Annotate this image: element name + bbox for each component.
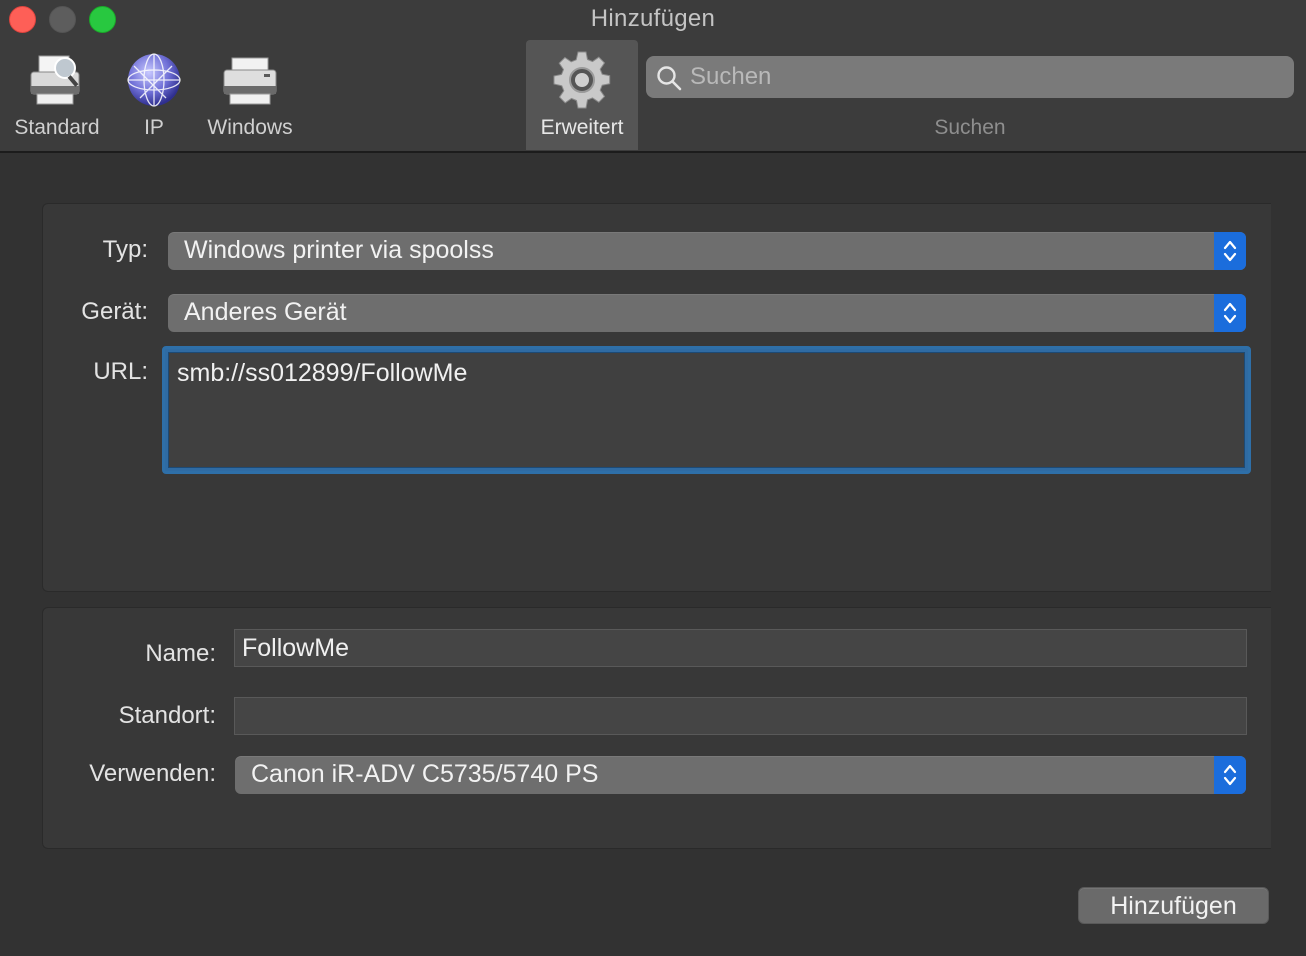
default-printer-icon bbox=[30, 55, 80, 105]
location-label: Standort: bbox=[118, 702, 216, 729]
url-field[interactable] bbox=[162, 346, 1251, 474]
name-field[interactable] bbox=[234, 629, 1247, 667]
gear-icon bbox=[553, 51, 611, 109]
location-input[interactable] bbox=[235, 698, 1246, 734]
location-field[interactable] bbox=[234, 697, 1247, 735]
type-value: Windows printer via spoolss bbox=[184, 236, 494, 264]
popup-chevrons-icon bbox=[1214, 232, 1246, 270]
popup-chevrons-icon bbox=[1214, 756, 1246, 794]
toolbar-item-label: Erweitert bbox=[540, 116, 624, 139]
toolbar-item-label: IP bbox=[144, 116, 164, 139]
driver-value: Canon iR-ADV C5735/5740 PS bbox=[251, 760, 599, 788]
url-label: URL: bbox=[93, 358, 148, 385]
toolbar: Hinzufügen Standard IP Windows Erweitert… bbox=[0, 0, 1306, 153]
type-label: Typ: bbox=[102, 236, 148, 263]
type-popup[interactable]: Windows printer via spoolss bbox=[168, 232, 1246, 270]
search-label: Suchen bbox=[934, 116, 1006, 139]
windows-printer-icon bbox=[223, 57, 277, 105]
device-label: Gerät: bbox=[81, 298, 148, 325]
search-field[interactable] bbox=[646, 56, 1294, 98]
device-popup[interactable]: Anderes Gerät bbox=[168, 294, 1246, 332]
device-value: Anderes Gerät bbox=[184, 298, 347, 326]
use-label: Verwenden: bbox=[89, 760, 216, 787]
toolbar-item-standard[interactable]: Standard bbox=[4, 40, 110, 150]
name-input[interactable] bbox=[235, 630, 1246, 666]
name-label: Name: bbox=[145, 640, 216, 667]
window-title: Hinzufügen bbox=[590, 5, 716, 32]
add-button[interactable]: Hinzufügen bbox=[1078, 887, 1269, 924]
add-printer-window: Hinzufügen Standard IP Windows Erweitert… bbox=[0, 0, 1306, 956]
toolbar-item-label: Windows bbox=[207, 116, 293, 139]
search-icon bbox=[657, 66, 682, 91]
toolbar-item-ip[interactable]: IP bbox=[120, 40, 188, 150]
toolbar-item-windows[interactable]: Windows bbox=[198, 40, 302, 150]
url-input[interactable] bbox=[168, 352, 1245, 468]
toolbar-item-label: Standard bbox=[14, 116, 100, 139]
driver-popup[interactable]: Canon iR-ADV C5735/5740 PS bbox=[235, 756, 1246, 794]
search-input[interactable] bbox=[690, 56, 1280, 98]
toolbar-item-advanced[interactable]: Erweitert bbox=[526, 40, 638, 150]
network-globe-icon bbox=[127, 53, 181, 107]
popup-chevrons-icon bbox=[1214, 294, 1246, 332]
